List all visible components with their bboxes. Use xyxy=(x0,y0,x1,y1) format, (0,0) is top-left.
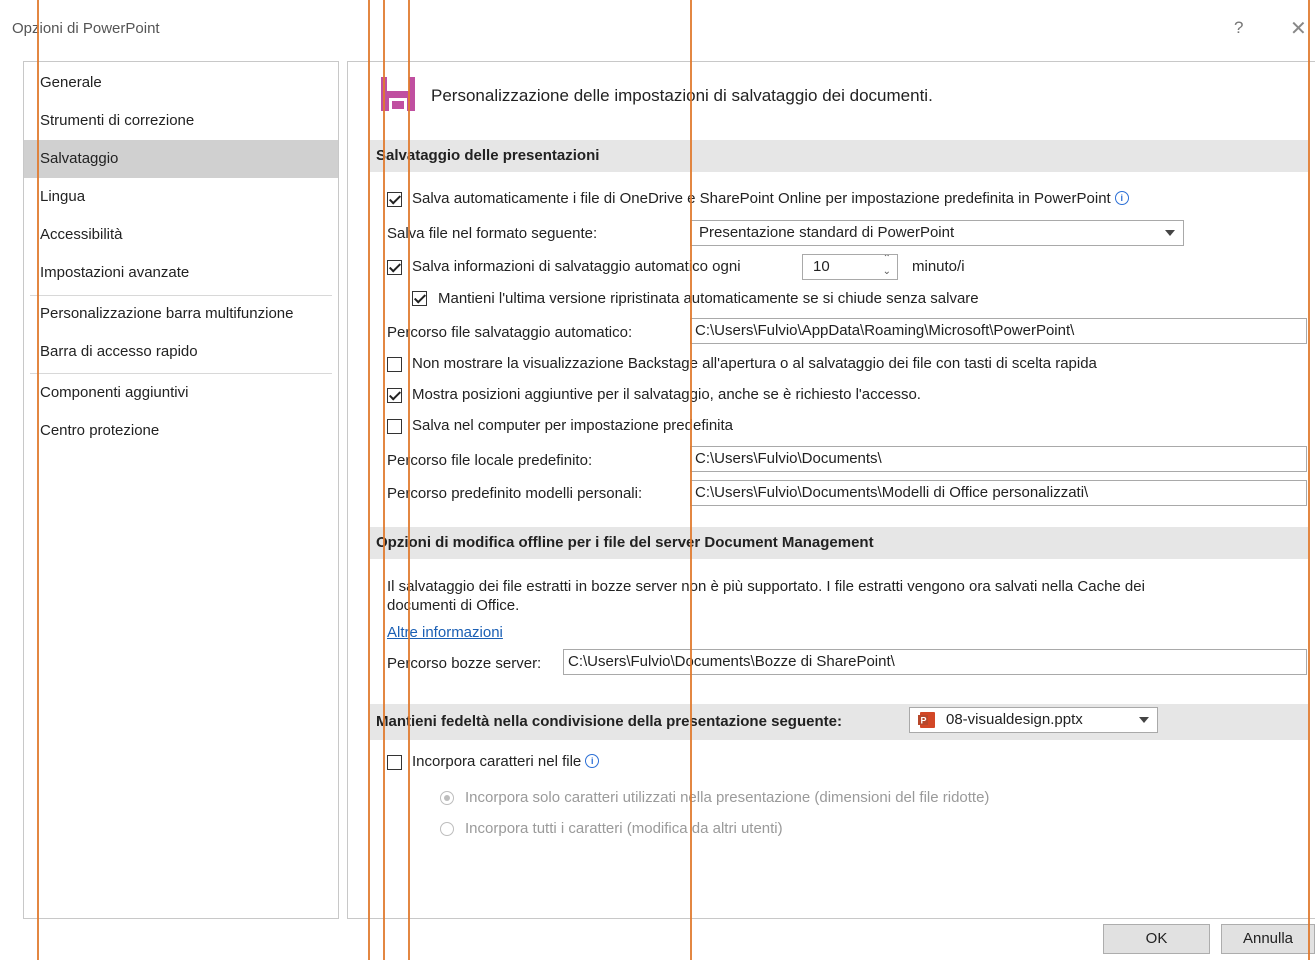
nav-item-accessibilita[interactable]: Accessibilità xyxy=(24,216,338,254)
chevron-down-icon xyxy=(1165,230,1175,236)
guide-line xyxy=(383,0,385,960)
section-header-salvataggio: Salvataggio delle presentazioni xyxy=(370,140,1308,172)
embed-all-label: Incorpora tutti i caratteri (modifica da… xyxy=(465,820,783,837)
autorecover-path-label: Percorso file salvataggio automatico: xyxy=(387,324,633,341)
powerpoint-file-icon: P xyxy=(918,712,935,728)
help-button[interactable]: ? xyxy=(1234,18,1243,38)
nav-item-centro-protezione[interactable]: Centro protezione xyxy=(24,412,338,450)
local-path-label: Percorso file locale predefinito: xyxy=(387,452,593,469)
embed-used-radio[interactable] xyxy=(440,791,454,805)
info-icon[interactable]: i xyxy=(1114,191,1129,205)
autosave-onedrive-checkbox[interactable] xyxy=(387,192,402,207)
autorecover-unit: minuto/i xyxy=(912,258,965,275)
chevron-down-icon xyxy=(1139,717,1149,723)
nav-item-generale[interactable]: Generale xyxy=(24,64,338,102)
templates-path-field[interactable]: C:\Users\Fulvio\Documents\Modelli di Off… xyxy=(690,480,1307,506)
guide-line xyxy=(690,0,692,960)
embed-fonts-checkbox[interactable] xyxy=(387,755,402,770)
ok-button[interactable]: OK xyxy=(1103,924,1210,954)
nav-item-salvataggio[interactable]: Salvataggio xyxy=(24,140,338,178)
save-computer-label: Salva nel computer per impostazione pred… xyxy=(412,417,734,434)
guide-line xyxy=(408,0,410,960)
options-nav: Generale Strumenti di correzione Salvata… xyxy=(23,61,339,919)
presentation-dropdown[interactable]: P 08-visualdesign.pptx xyxy=(909,707,1158,733)
nav-item-personalizzazione-barra[interactable]: Personalizzazione barra multifunzione xyxy=(24,295,338,333)
nav-item-impostazioni-avanzate[interactable]: Impostazioni avanzate xyxy=(24,254,338,292)
autosave-onedrive-label: Salva automaticamente i file di OneDrive… xyxy=(412,190,1129,207)
section-header-offline: Opzioni di modifica offline per i file d… xyxy=(370,527,1308,559)
embed-all-radio[interactable] xyxy=(440,822,454,836)
guide-line xyxy=(1308,0,1310,960)
presentation-dropdown-value: 08-visualdesign.pptx xyxy=(946,711,1083,728)
no-backstage-label: Non mostrare la visualizzazione Backstag… xyxy=(412,355,1097,372)
nav-item-componenti-aggiuntivi[interactable]: Componenti aggiuntivi xyxy=(24,374,338,412)
guide-line xyxy=(368,0,370,960)
title-bar: Opzioni di PowerPoint ? ✕ xyxy=(0,0,1315,60)
format-dropdown[interactable]: Presentazione standard di PowerPoint xyxy=(690,220,1184,246)
show-locations-label: Mostra posizioni aggiuntive per il salva… xyxy=(412,386,921,403)
section-header-fidelity: Mantieni fedeltà nella condivisione dell… xyxy=(370,704,1308,740)
embed-used-label: Incorpora solo caratteri utilizzati nell… xyxy=(465,789,990,806)
format-label: Salva file nel formato seguente: xyxy=(387,225,598,242)
drafts-path-label: Percorso bozze server: xyxy=(387,655,542,672)
autorecover-checkbox[interactable] xyxy=(387,260,402,275)
autorecover-path-field[interactable]: C:\Users\Fulvio\AppData\Roaming\Microsof… xyxy=(690,318,1307,344)
close-button[interactable]: ✕ xyxy=(1290,16,1307,41)
keep-last-version-checkbox[interactable] xyxy=(412,291,427,306)
svg-text:P: P xyxy=(921,716,927,726)
nav-item-lingua[interactable]: Lingua xyxy=(24,178,338,216)
templates-path-label: Percorso predefinito modelli personali: xyxy=(387,485,643,502)
spin-arrows-icon[interactable]: ⌃ ⌄ xyxy=(883,255,891,278)
drafts-path-field[interactable]: C:\Users\Fulvio\Documents\Bozze di Share… xyxy=(563,649,1307,675)
show-locations-checkbox[interactable] xyxy=(387,388,402,403)
save-disk-icon xyxy=(381,77,415,111)
keep-last-version-label: Mantieni l'ultima versione ripristinata … xyxy=(438,290,979,307)
format-dropdown-value: Presentazione standard di PowerPoint xyxy=(699,224,955,241)
offline-text-line1: Il salvataggio dei file estratti in bozz… xyxy=(387,578,1145,595)
save-computer-checkbox[interactable] xyxy=(387,419,402,434)
offline-text-line2: documenti di Office. xyxy=(387,597,520,614)
info-icon[interactable]: i xyxy=(585,754,600,768)
more-info-link[interactable]: Altre informazioni xyxy=(387,624,503,641)
cancel-button[interactable]: Annulla xyxy=(1221,924,1315,954)
autorecover-minutes-spinner[interactable]: 10 ⌃ ⌄ xyxy=(802,254,898,280)
autorecover-minutes-value: 10 xyxy=(813,258,830,275)
guide-line xyxy=(37,0,39,960)
nav-item-strumenti-correzione[interactable]: Strumenti di correzione xyxy=(24,102,338,140)
local-path-field[interactable]: C:\Users\Fulvio\Documents\ xyxy=(690,446,1307,472)
window-title: Opzioni di PowerPoint xyxy=(12,20,160,37)
no-backstage-checkbox[interactable] xyxy=(387,357,402,372)
page-header: Personalizzazione delle impostazioni di … xyxy=(431,86,933,105)
nav-item-barra-accesso-rapido[interactable]: Barra di accesso rapido xyxy=(24,333,338,371)
embed-fonts-label: Incorpora caratteri nel file i xyxy=(412,753,600,770)
